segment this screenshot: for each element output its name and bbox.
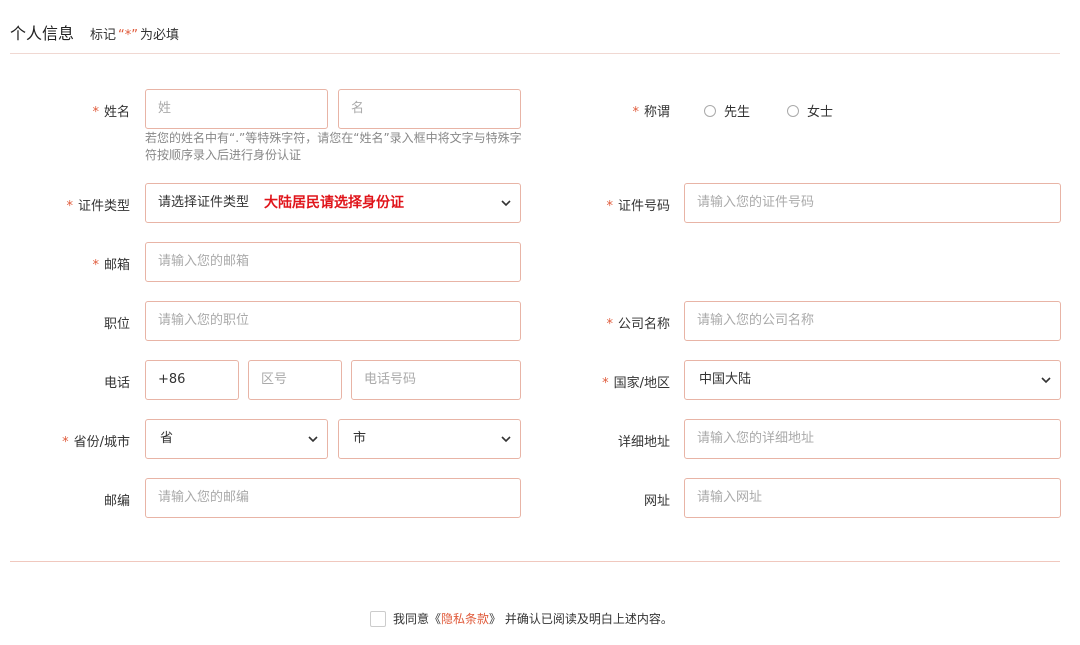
website-placeholder: 请输入网址 (697, 490, 763, 505)
name-note: 若您的姓名中有“.”等特殊字符，请您在“姓名”录入框中将文字与特殊字符按顺序录入… (145, 131, 522, 162)
zip-input[interactable]: 请输入您的邮编 (145, 478, 521, 518)
required-mark: * (92, 258, 99, 273)
required-mark: * (632, 105, 639, 120)
required-mark: * (606, 199, 613, 214)
required-hint: 标记 “*” 为必填 (90, 24, 179, 43)
address-input[interactable]: 请输入您的详细地址 (684, 419, 1061, 459)
company-label: * 公司名称 (606, 317, 670, 332)
id-number-label: * 证件号码 (606, 199, 670, 214)
position-label: 职位 (103, 317, 130, 332)
radio-circle[interactable] (704, 104, 716, 117)
salutation-label: * 称谓 (632, 105, 670, 120)
area-code-placeholder: 区号 (261, 372, 288, 387)
surname-input[interactable]: 姓 (145, 89, 328, 129)
position-placeholder: 请输入您的职位 (158, 313, 250, 328)
required-mark: * (66, 199, 73, 214)
city-select[interactable]: 市 (338, 419, 521, 459)
required-mark: * (92, 105, 99, 120)
required-hint-prefix: 标记 (90, 28, 117, 43)
id-number-placeholder: 请输入您的证件号码 (697, 195, 815, 210)
id-type-label: * 证件类型 (66, 199, 130, 214)
required-mark: * (62, 435, 69, 450)
country-select[interactable]: 中国大陆 (684, 360, 1061, 400)
zip-label: 邮编 (103, 494, 130, 509)
website-input[interactable]: 请输入网址 (684, 478, 1061, 518)
company-placeholder: 请输入您的公司名称 (697, 313, 815, 328)
id-type-warning: 大陆居民请选择身份证 (264, 195, 404, 211)
area-code-input[interactable]: 区号 (248, 360, 342, 400)
email-placeholder: 请输入您的邮箱 (158, 254, 250, 269)
name-label: * 姓名 (92, 105, 130, 120)
city-value: 市 (353, 431, 367, 446)
chevron-down-icon (1041, 377, 1051, 384)
country-label: * 国家/地区 (602, 376, 670, 391)
phone-label: 电话 (103, 376, 130, 391)
salutation-radio-ms[interactable]: 女士 (787, 101, 833, 120)
salutation-radio-mr[interactable]: 先生 (704, 101, 750, 120)
province-select[interactable]: 省 (145, 419, 328, 459)
agreement-suffix: 》 并确认已阅读及明白上述内容。 (489, 612, 673, 626)
salutation-option-mr: 先生 (724, 105, 751, 120)
privacy-policy-link[interactable]: 隐私条款 (441, 610, 489, 627)
radio-circle[interactable] (787, 104, 799, 117)
chevron-down-icon (308, 436, 318, 443)
required-mark: * (606, 317, 613, 332)
phone-number-placeholder: 电话号码 (364, 372, 417, 387)
chevron-down-icon (501, 200, 511, 207)
required-mark: * (602, 376, 609, 391)
address-placeholder: 请输入您的详细地址 (697, 431, 815, 446)
header-divider (10, 53, 1060, 54)
country-value: 中国大陆 (699, 372, 752, 387)
id-type-value: 请选择证件类型 (158, 195, 250, 210)
agreement-prefix: 我同意《 (393, 612, 442, 626)
section-header: 个人信息 标记 “*” 为必填 (10, 20, 179, 44)
email-input[interactable]: 请输入您的邮箱 (145, 242, 521, 282)
website-label: 网址 (643, 494, 670, 509)
agreement-row: 我同意《 隐私条款》 并确认已阅读及明白上述内容。 (370, 610, 673, 627)
email-label: * 邮箱 (92, 258, 130, 273)
given-name-placeholder: 名 (351, 101, 365, 116)
company-input[interactable]: 请输入您的公司名称 (684, 301, 1061, 341)
phone-number-input[interactable]: 电话号码 (351, 360, 521, 400)
agreement-checkbox[interactable] (370, 610, 386, 627)
address-label: 详细地址 (617, 435, 670, 450)
province-value: 省 (160, 431, 174, 446)
required-hint-suffix: 为必填 (140, 28, 180, 43)
surname-placeholder: 姓 (158, 101, 172, 116)
id-number-input[interactable]: 请输入您的证件号码 (684, 183, 1061, 223)
salutation-option-ms: 女士 (807, 105, 834, 120)
chevron-down-icon (501, 436, 511, 443)
section-title: 个人信息 (10, 24, 75, 43)
zip-placeholder: 请输入您的邮编 (158, 490, 250, 505)
province-city-label: * 省份/城市 (62, 435, 130, 450)
country-code-input[interactable]: +86 (145, 360, 239, 400)
given-name-input[interactable]: 名 (338, 89, 521, 129)
required-hint-star: “*” (118, 28, 139, 43)
footer-divider (10, 561, 1060, 562)
position-input[interactable]: 请输入您的职位 (145, 301, 521, 341)
country-code-value: +86 (158, 372, 186, 387)
